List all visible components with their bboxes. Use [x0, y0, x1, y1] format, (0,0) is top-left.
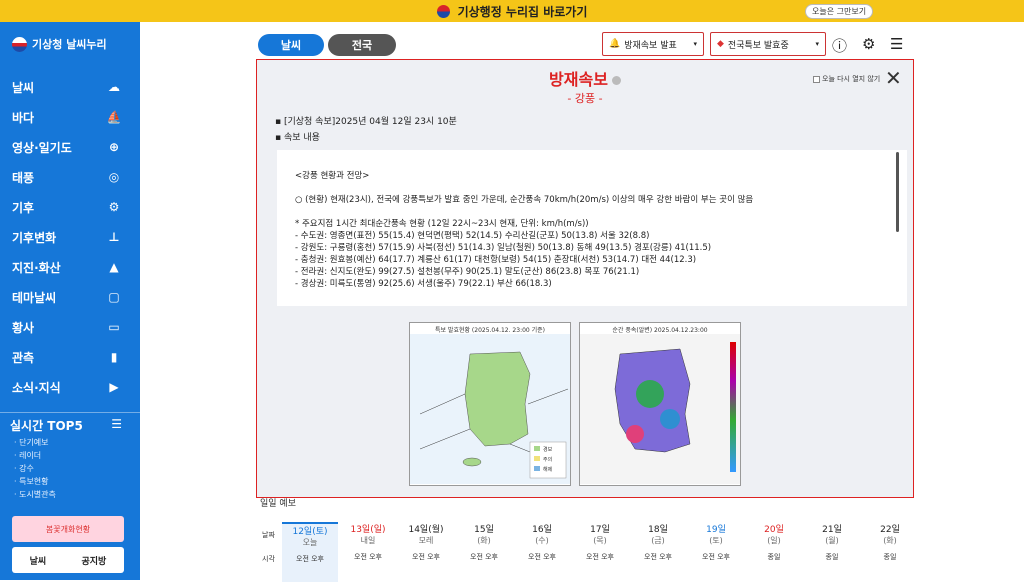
forecast-day[interactable]: 18일 (금) 오전 오후: [630, 522, 686, 562]
content-line: - 경상권: 미륵도(통영) 92(25.6) 서생(울주) 79(22.1) …: [295, 279, 552, 289]
menu-item[interactable]: 소식·지식 ▶: [0, 372, 140, 402]
menu-item[interactable]: 황사 ▭: [0, 312, 140, 342]
map-title: 순간 풍속(알변) 2025.04.12.23:00: [612, 327, 708, 334]
status-dot-icon: [611, 76, 621, 85]
boat-icon: ⛵: [106, 110, 122, 124]
observation-icon: ▮: [110, 350, 118, 364]
gear-icon[interactable]: ⚙: [862, 35, 875, 53]
top5-item[interactable]: · 단기예보: [0, 436, 140, 449]
bag-icon: ▢: [108, 290, 120, 304]
forecast-day[interactable]: 19일 (토) 오전 오후: [688, 522, 744, 562]
top5-item[interactable]: · 특보현황: [0, 475, 140, 488]
content-line: - 충청권: 원효봉(예산) 64(17.7) 계룡산 61(17) 대천항(보…: [295, 255, 697, 265]
notice-banner[interactable]: 날씨 공지방: [12, 547, 124, 573]
sidebar: 기상청 날씨누리 날씨 ☁ 바다 ⛵ 영상·일기도 ⊕ 태풍 ◎ 기후 ⚙ 기후변화 ⊥ 지…: [0, 22, 140, 580]
volcano-icon: ▲: [109, 260, 119, 274]
forecast-day[interactable]: 22일 (화) 종일: [862, 522, 918, 562]
menu-item[interactable]: 지진·화산 ▲: [0, 252, 140, 282]
map-title: 특보 발효현황 (2025.04.12. 23:00 기준): [434, 327, 546, 334]
forecast-day[interactable]: 15일 (화) 오전 오후: [456, 522, 512, 562]
main-area: 날씨 전국 🔔 방재속보 발표 ▾ ◆ 전국특보 발효중 ▾ ⓘ ⚙ ☰ 방재속보 - …: [140, 22, 1024, 582]
logo-text: 기상청 날씨누리: [32, 38, 107, 51]
top5-item[interactable]: · 도시별관측: [0, 488, 140, 501]
menu-item[interactable]: 영상·일기도 ⊕: [0, 132, 140, 162]
content-line: ○ (현황) 현재(23시), 전국에 강풍특보가 발효 중인 가운데, 순간풍…: [295, 195, 754, 205]
menu-item[interactable]: 날씨 ☁: [0, 72, 140, 102]
gov-emblem-icon: [436, 4, 450, 18]
legend-label: 경보: [543, 446, 553, 453]
menu-item[interactable]: 바다 ⛵: [0, 102, 140, 132]
content-line: - 강원도: 구룡령(홍천) 57(15.9) 사북(정선) 51(14.3) …: [295, 243, 712, 253]
banner-close-button[interactable]: 오늘은 그만보기: [805, 4, 874, 19]
korea-warning-map: 경보 주의 해제: [410, 334, 570, 484]
site-logo[interactable]: 기상청 날씨누리: [12, 36, 107, 52]
siren-icon: ◆: [717, 39, 724, 49]
tab-nationwide[interactable]: 전국: [328, 34, 396, 56]
cloud-icon: ☁: [108, 80, 120, 94]
news-icon: ▶: [109, 380, 119, 394]
top5-item[interactable]: · 강수: [0, 462, 140, 475]
info-icon[interactable]: ⓘ: [832, 35, 847, 56]
dust-icon: ▭: [108, 320, 120, 334]
top5-section: 실시간 TOP5 ☰ · 단기예보 · 레이더 · 강수 · 특보현황 · 도시별…: [0, 412, 140, 501]
top-banner[interactable]: 기상행정 누리집 바로가기 오늘은 그만보기: [0, 0, 1024, 22]
forecast-day[interactable]: 20일 (일) 종일: [746, 522, 802, 562]
korea-wind-map: [580, 334, 740, 484]
menu-item[interactable]: 기후 ⚙: [0, 192, 140, 222]
flower-banner[interactable]: 봄꽃개화현황: [12, 516, 124, 542]
forecast-day[interactable]: 16일 (수) 오전 오후: [514, 522, 570, 562]
forecast-table: 날짜 시각 12일(토) 오늘 오전 오후 13일(일) 내일 오전 오후 14일(월)…: [262, 502, 1024, 582]
typhoon-icon: ◎: [108, 170, 120, 184]
hamburger-menu-icon[interactable]: ☰: [890, 35, 903, 53]
menu-item[interactable]: 태풍 ◎: [0, 162, 140, 192]
disaster-alert-button[interactable]: 🔔 방재속보 발표 ▾: [602, 32, 704, 56]
content-line: - 수도권: 영종면(표전) 55(15.4) 현덕면(평택) 52(14.5)…: [295, 231, 650, 241]
warning-map: 특보 발효현황 (2025.04.12. 23:00 기준) 경보 주의 해제: [409, 322, 571, 486]
forecast-day[interactable]: 14일(월) 모레 오전 오후: [398, 522, 454, 562]
row-label: 날짜: [262, 531, 275, 539]
wind-map: 순간 풍속(알변) 2025.04.12.23:00: [579, 322, 741, 486]
content-line: [277, 182, 907, 194]
chevron-down-icon: ▾: [815, 40, 819, 48]
checkbox-icon[interactable]: [813, 75, 820, 83]
banner-text[interactable]: 기상행정 누리집 바로가기: [458, 3, 588, 20]
legend-label: 주의: [543, 456, 552, 463]
content-line: [277, 206, 907, 218]
alert-content-box[interactable]: <강풍 현황과 전망> ○ (현황) 현재(23시), 전국에 강풍특보가 발효…: [277, 150, 907, 306]
globe-icon: ⊕: [108, 140, 120, 154]
forecast-day[interactable]: 13일(일) 내일 오전 오후: [340, 522, 396, 562]
content-line: - 전라권: 신지도(완도) 99(27.5) 설천봉(무주) 90(25.1)…: [295, 267, 640, 277]
legend-label: 해제: [543, 466, 553, 473]
list-icon[interactable]: ☰: [111, 417, 122, 434]
warning-button[interactable]: ◆ 전국특보 발효중 ▾: [710, 32, 826, 56]
forecast-day[interactable]: 17일 (목) 오전 오후: [572, 522, 628, 562]
row-label: 시각: [262, 555, 275, 563]
top5-title: 실시간 TOP5: [10, 419, 83, 433]
disaster-alert-modal: 방재속보 - 강풍 - 오늘 다시 열지 않기 ✕ ▪ [기상청 속보]2025…: [256, 59, 914, 498]
forecast-day[interactable]: 12일(토) 오늘 오전 오후: [282, 522, 338, 582]
no-show-checkbox[interactable]: 오늘 다시 열지 않기: [813, 74, 880, 84]
logo-emblem-icon: [12, 36, 27, 52]
climate-icon: ⚙: [108, 200, 120, 214]
main-menu: 날씨 ☁ 바다 ⛵ 영상·일기도 ⊕ 태풍 ◎ 기후 ⚙ 기후변화 ⊥ 지진·화산 ▲ 테마날…: [0, 72, 140, 402]
thermometer-icon: ⊥: [108, 230, 120, 244]
scrollbar[interactable]: [896, 152, 899, 232]
modal-subtitle: - 강풍 -: [567, 92, 603, 105]
content-line: * 주요지점 1시간 최대순간풍속 현황 (12일 22시~23시 현재, 단위…: [295, 219, 589, 229]
close-icon[interactable]: ✕: [885, 66, 902, 90]
content-line: <강풍 현황과 전망>: [295, 171, 370, 181]
menu-item[interactable]: 기후변화 ⊥: [0, 222, 140, 252]
alert-content-label: ▪ 속보 내용: [275, 133, 320, 143]
alert-icon: 🔔: [609, 39, 621, 49]
forecast-day[interactable]: 21일 (월) 종일: [804, 522, 860, 562]
menu-item[interactable]: 테마날씨 ▢: [0, 282, 140, 312]
top5-item[interactable]: · 레이더: [0, 449, 140, 462]
tab-weather[interactable]: 날씨: [258, 34, 324, 56]
alert-datetime: ▪ [기상청 속보]2025년 04월 12일 23시 10분: [275, 117, 457, 127]
chevron-down-icon: ▾: [693, 40, 697, 48]
menu-item[interactable]: 관측 ▮: [0, 342, 140, 372]
